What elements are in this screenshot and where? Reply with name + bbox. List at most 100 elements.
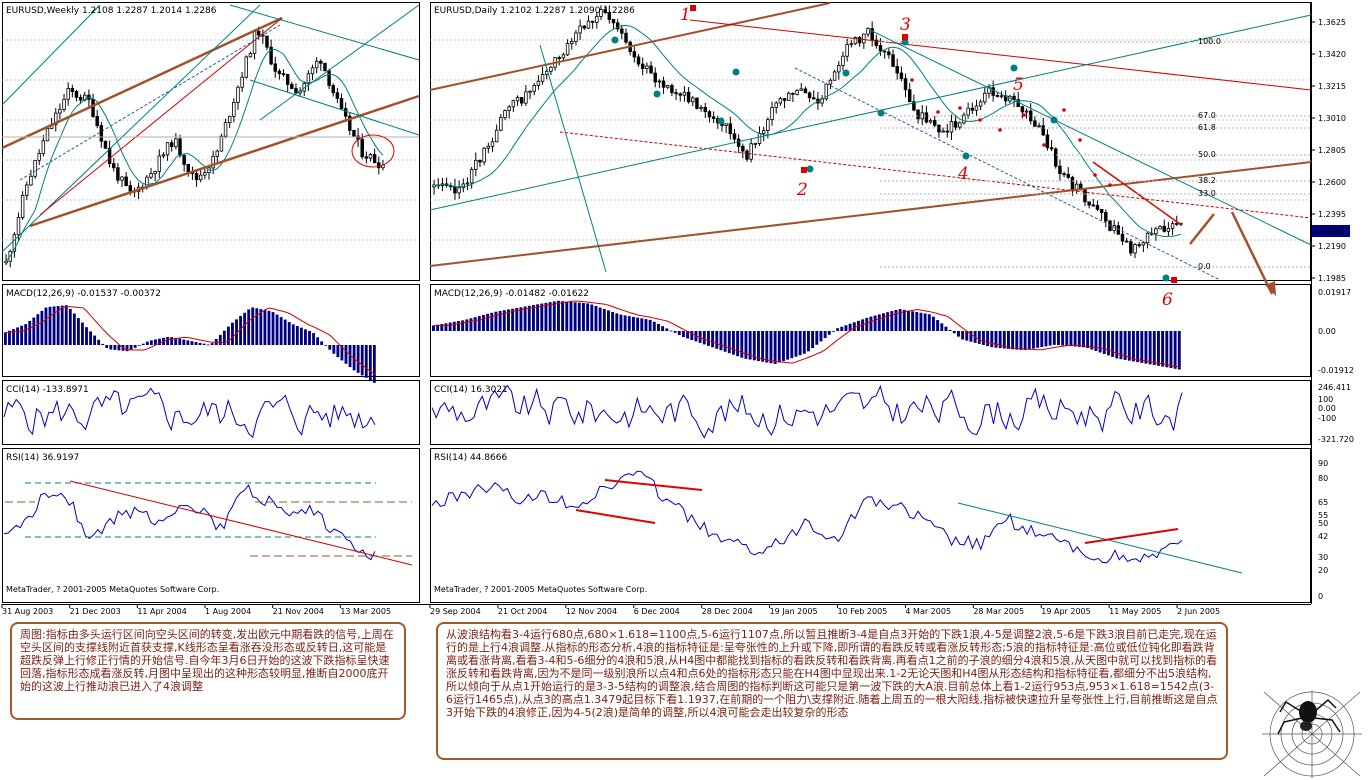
macd-bar [890,311,894,331]
price-tick-label: 1.1985 [1318,274,1346,283]
weekly-candle-body [306,73,311,84]
macd-bar [332,345,336,354]
macd-bar [827,331,831,335]
macd-bar [715,331,719,349]
daily-candle-body [1099,208,1104,213]
macd-bar [1086,331,1090,349]
macd-bar [20,325,24,345]
macd-bar [632,316,635,331]
macd-bar [802,331,806,354]
daily-candle-body [945,130,950,133]
daily-candle-body [928,120,933,123]
daily-candle-body [519,97,524,104]
macd-bar [727,331,731,354]
macd-bar [320,341,324,345]
macd-bar [368,345,372,381]
daily-candle-body [1137,244,1141,247]
chart-canvas: EURUSD,Weekly 1.2108 1.2287 1.2014 1.228… [1,2,1354,616]
macd-bar [247,309,251,345]
weekly-candle-body [273,63,277,72]
macd-bar [969,331,973,342]
macd-bar [740,331,744,358]
macd-bar [773,331,777,364]
macd-bar [448,322,452,331]
macd-bar [673,331,677,333]
macd-bar [815,331,819,345]
macd-bar [869,316,873,331]
macd-bar [72,313,76,345]
daily-candle-body [924,112,929,123]
daily-candle-body [1108,220,1112,231]
weekly-rsi-panel [2,448,420,603]
rsi-tick-label: 42 [1318,532,1328,541]
daily-candle-body [728,123,733,135]
weekly-candle-body [66,88,70,100]
daily-candle-body [528,90,532,93]
daily-candle-body [570,41,574,45]
teal-pivot-dot [962,152,970,160]
macd-bar [1019,331,1023,350]
macd-bar [4,332,7,345]
macd-bar [586,303,590,331]
macd-bar [986,331,990,347]
price-tick-label: 1.2190 [1318,242,1346,251]
teal-pivot-dot [653,90,661,98]
macd-bar [1173,331,1177,369]
daily-candle-body [561,54,566,59]
price-tick-label: 1.2600 [1318,178,1346,187]
daily-candle-body [866,28,870,35]
macd-bar [1144,331,1148,364]
daily-candle-body [761,130,766,134]
daily-candle-body [732,133,737,140]
daily-candle-body [682,91,687,96]
daily-candle-body [895,66,899,74]
macd-bar [194,342,198,345]
teal-pivot-dot [611,36,619,44]
daily-candle-body [953,121,958,128]
date-label: 10 Feb 2005 [838,607,888,616]
macd-bar [732,331,735,355]
daily-candle-body [457,187,461,194]
weekly-candle-body [74,91,79,98]
daily-candle-body [540,74,545,82]
red-signal-dot [936,110,940,114]
weekly-candle-body [310,67,315,75]
weekly-candle-body [352,129,356,137]
weekly-candle-body [124,176,128,186]
daily-candle-body [507,106,511,111]
macd-bar [836,328,840,331]
macd-bar [295,326,299,345]
daily-candle-body [741,146,745,152]
date-label: 21 Oct 2004 [498,607,547,616]
macd-bar [961,331,965,340]
macd-bar [877,314,881,331]
macd-bar [1127,331,1131,361]
macd-bar [279,317,283,345]
macd-bar [316,337,320,345]
rsi-axis: 90806555504230200 [1318,459,1328,601]
daily-candle-body [1095,204,1100,210]
daily-candle-body [857,37,862,44]
macd-bar [757,331,760,362]
weekly-candle-body [339,98,344,109]
wave-label-4: 4 [957,164,969,184]
weekly-candle-body [223,122,228,137]
macd-bar [469,318,473,331]
fib-label: 38.2 [1198,176,1216,185]
macd-bar [936,320,940,331]
cci-tick-label: 246.411 [1318,383,1351,392]
daily-candle-body [1049,147,1054,150]
daily-candle-body [907,89,912,103]
daily-candle-body [753,143,758,145]
weekly-candle-body [70,88,75,92]
price-tick-label: 1.3420 [1318,50,1346,59]
weekly-date-axis: 31 Aug 2003 21 Dec 2003 11 Apr 2004 1 Aug 2… [1,604,391,616]
wave-label-6: 6 [1162,290,1173,310]
macd-bar [557,300,560,331]
macd-bar [178,338,182,345]
macd-bar [328,345,332,350]
wave-label-1: 1 [680,5,691,25]
weekly-candle-body [198,174,203,181]
macd-bar [1136,331,1140,363]
daily-candle-body [974,105,979,111]
